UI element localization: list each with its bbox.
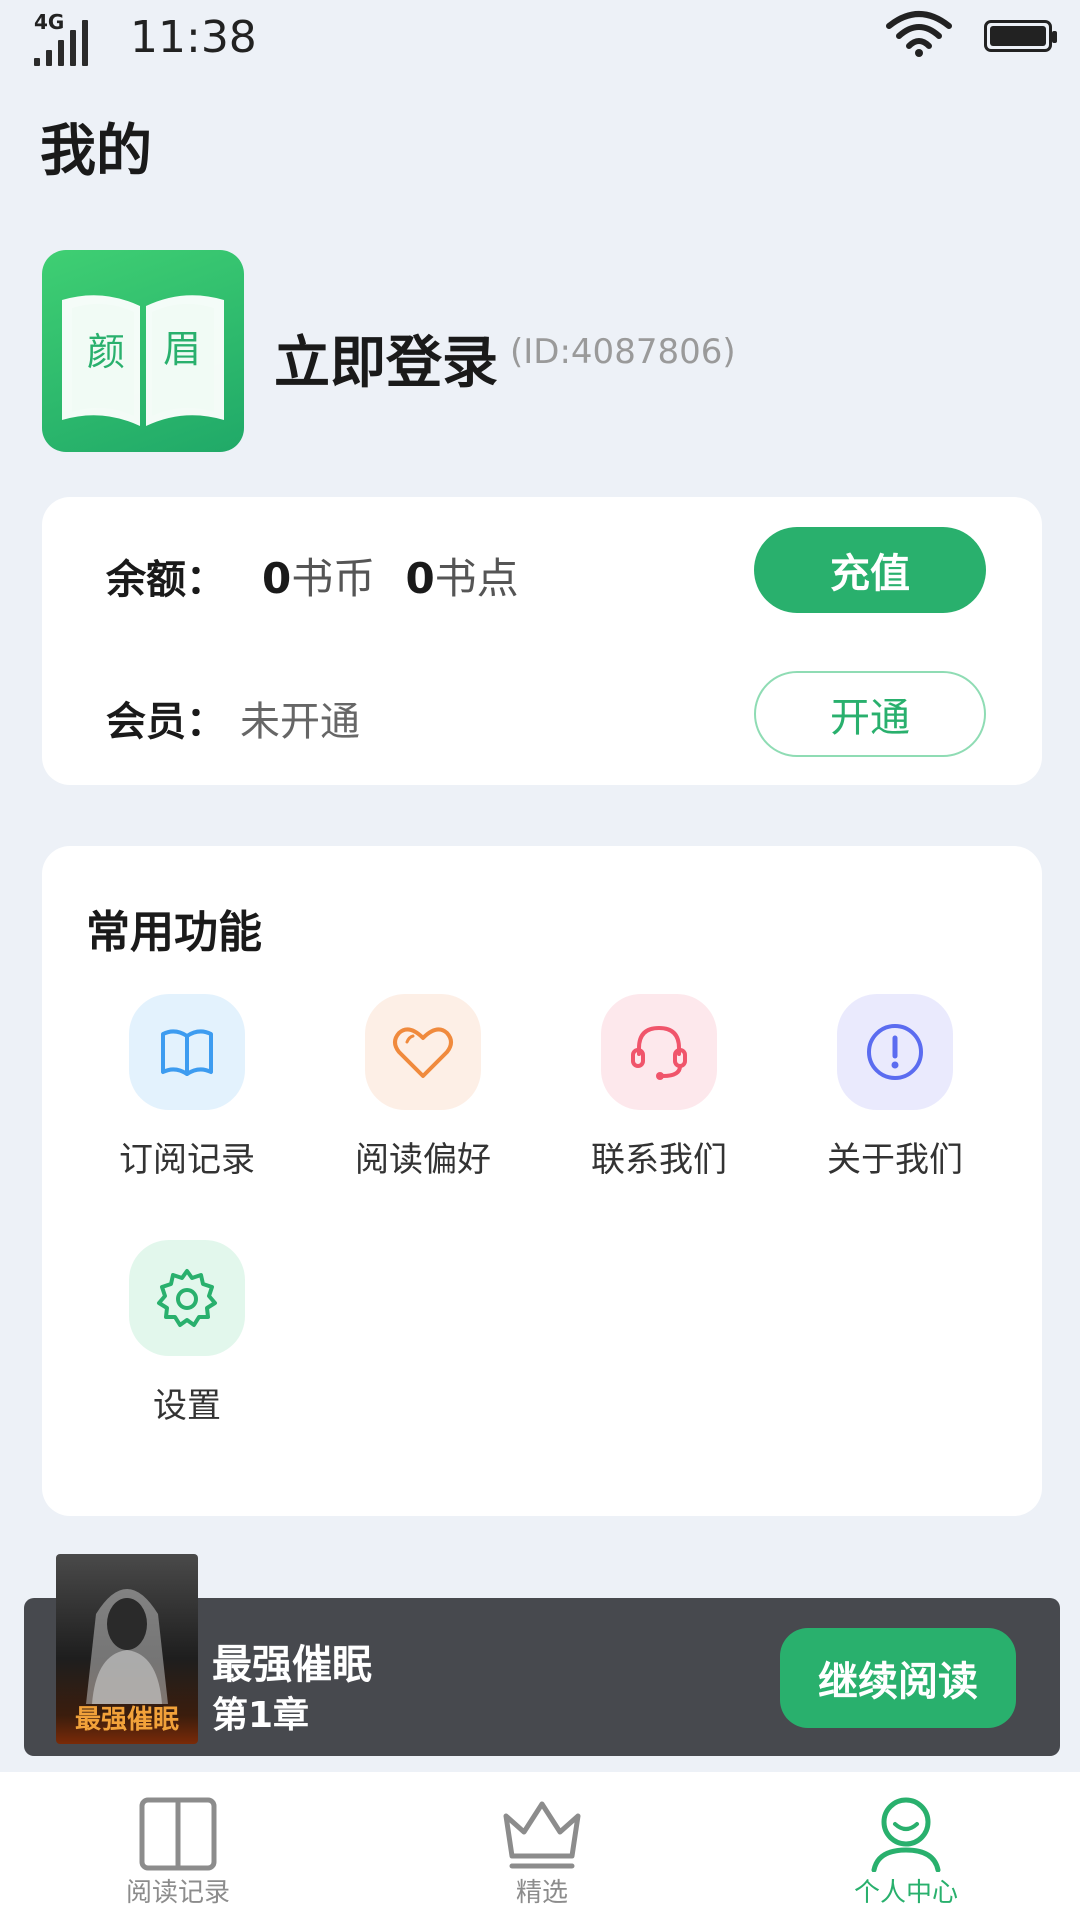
open-book-icon — [139, 1797, 217, 1871]
battery-icon — [984, 20, 1057, 52]
coins-value: 0 — [262, 554, 292, 603]
tab-bar: 阅读记录 精选 个人中心 — [0, 1772, 1080, 1920]
app-logo[interactable]: 颜 眉 — [42, 250, 244, 452]
book-cover[interactable]: 最强催眠 — [56, 1554, 198, 1744]
continue-reading-button[interactable]: 继续阅读 — [780, 1628, 1016, 1728]
page-title: 我的 — [40, 119, 152, 184]
book-title: 最强催眠 — [212, 1642, 372, 1688]
logo-char-2: 眉 — [163, 327, 201, 371]
tab-profile[interactable]: 个人中心 — [806, 1772, 1006, 1920]
recharge-button[interactable]: 充值 — [754, 527, 986, 613]
wifi-icon — [886, 11, 952, 57]
func-label: 联系我们 — [591, 1140, 727, 1180]
info-icon — [837, 994, 953, 1110]
settings-item[interactable]: 设置 — [87, 1240, 287, 1427]
book-chapter: 第1章 — [212, 1695, 310, 1736]
contact-us-item[interactable]: 联系我们 — [559, 994, 759, 1181]
network-type: 4G — [34, 10, 65, 34]
functions-card: 常用功能 订阅记录 阅读偏好 联系我们 关于我们 设置 — [42, 846, 1042, 1516]
tab-label: 个人中心 — [853, 1878, 958, 1908]
user-id: (ID:4087806) — [510, 332, 736, 372]
status-bar: 4G 11:38 — [0, 0, 1080, 80]
open-book-logo-icon: 颜 眉 — [62, 295, 224, 426]
user-icon — [871, 1797, 941, 1872]
tab-label: 阅读记录 — [125, 1878, 230, 1908]
about-us-item[interactable]: 关于我们 — [795, 994, 995, 1181]
func-label: 设置 — [153, 1386, 221, 1426]
subscription-records-item[interactable]: 订阅记录 — [87, 994, 287, 1181]
points-unit: 书点 — [434, 554, 519, 603]
heart-icon — [365, 994, 481, 1110]
func-label: 阅读偏好 — [355, 1140, 491, 1180]
member-status: 未开通 — [240, 699, 360, 745]
book-icon — [129, 994, 245, 1110]
headset-icon — [601, 994, 717, 1110]
book-cover-title: 最强催眠 — [75, 1705, 179, 1735]
func-label: 订阅记录 — [119, 1140, 255, 1180]
signal-icon: 4G — [34, 10, 94, 66]
tab-reading-records[interactable]: 阅读记录 — [78, 1772, 278, 1920]
balance-label: 余额： — [106, 557, 226, 603]
balance-values: 0书币 0书点 — [262, 545, 519, 606]
reading-preference-item[interactable]: 阅读偏好 — [323, 994, 523, 1181]
tab-label: 精选 — [515, 1878, 568, 1908]
balance-card: 余额： 0书币 0书点 充值 会员： 未开通 开通 — [42, 497, 1042, 785]
crown-icon — [503, 1801, 581, 1869]
section-title: 常用功能 — [86, 907, 262, 958]
member-label: 会员： — [106, 699, 226, 745]
points-value: 0 — [405, 554, 435, 603]
book-cover-art: 最强催眠 — [75, 1589, 179, 1735]
login-link[interactable]: 立即登录 — [274, 318, 498, 399]
logo-char-1: 颜 — [87, 330, 125, 374]
gear-icon — [129, 1240, 245, 1356]
func-label: 关于我们 — [827, 1140, 963, 1180]
tab-featured[interactable]: 精选 — [442, 1772, 642, 1920]
open-membership-button[interactable]: 开通 — [754, 671, 986, 757]
status-time: 11:38 — [130, 12, 257, 63]
coins-unit: 书币 — [291, 554, 376, 603]
